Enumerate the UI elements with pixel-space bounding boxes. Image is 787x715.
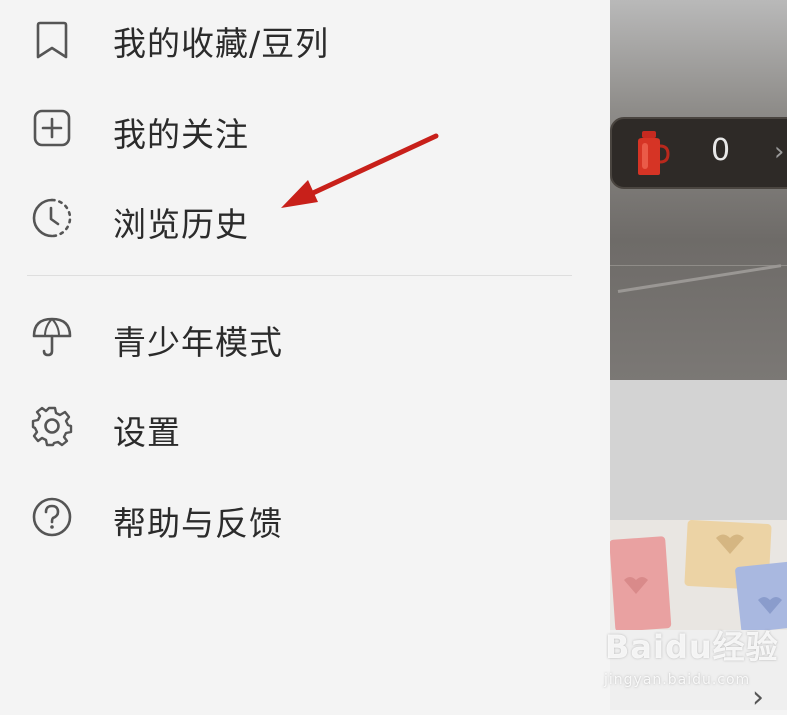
- help-circle-icon: [31, 496, 73, 538]
- background-page: 0 ›: [610, 0, 787, 710]
- menu-divider: [27, 275, 572, 276]
- gear-icon: [31, 405, 73, 447]
- umbrella-icon: [31, 315, 73, 357]
- chevron-right-icon: ›: [774, 137, 785, 167]
- menu-item-teen-mode[interactable]: 青少年模式: [0, 296, 610, 376]
- watermark-brand: Baidu经验: [605, 628, 779, 666]
- menu-item-label: 青少年模式: [113, 323, 283, 362]
- menu-item-help[interactable]: 帮助与反馈: [0, 477, 610, 557]
- coin-count: 0: [711, 133, 731, 168]
- side-drawer: 我的收藏/豆列 我的关注 浏览历史 青少年模式 设置 帮助与反馈: [0, 0, 610, 710]
- menu-item-label: 我的收藏/豆列: [113, 24, 330, 63]
- watermark-url: jingyan.baidu.com: [604, 672, 751, 688]
- menu-item-label: 我的关注: [113, 115, 249, 154]
- history-clock-icon: [31, 197, 73, 239]
- menu-item-favorites[interactable]: 我的收藏/豆列: [0, 0, 610, 80]
- cover-image: [610, 0, 787, 380]
- bottle-icon: [638, 131, 670, 175]
- menu-item-label: 帮助与反馈: [113, 504, 283, 543]
- menu-item-label: 浏览历史: [113, 205, 249, 244]
- plus-square-icon: [31, 107, 73, 149]
- section-background: [610, 380, 787, 520]
- menu-item-history[interactable]: 浏览历史: [0, 178, 610, 258]
- menu-item-following[interactable]: 我的关注: [0, 88, 610, 168]
- card-illustration: [610, 520, 787, 633]
- bookmark-icon: [31, 19, 73, 61]
- menu-item-settings[interactable]: 设置: [0, 386, 610, 466]
- divider: [610, 265, 787, 266]
- coin-badge[interactable]: 0 ›: [610, 117, 787, 189]
- menu-item-label: 设置: [113, 413, 181, 452]
